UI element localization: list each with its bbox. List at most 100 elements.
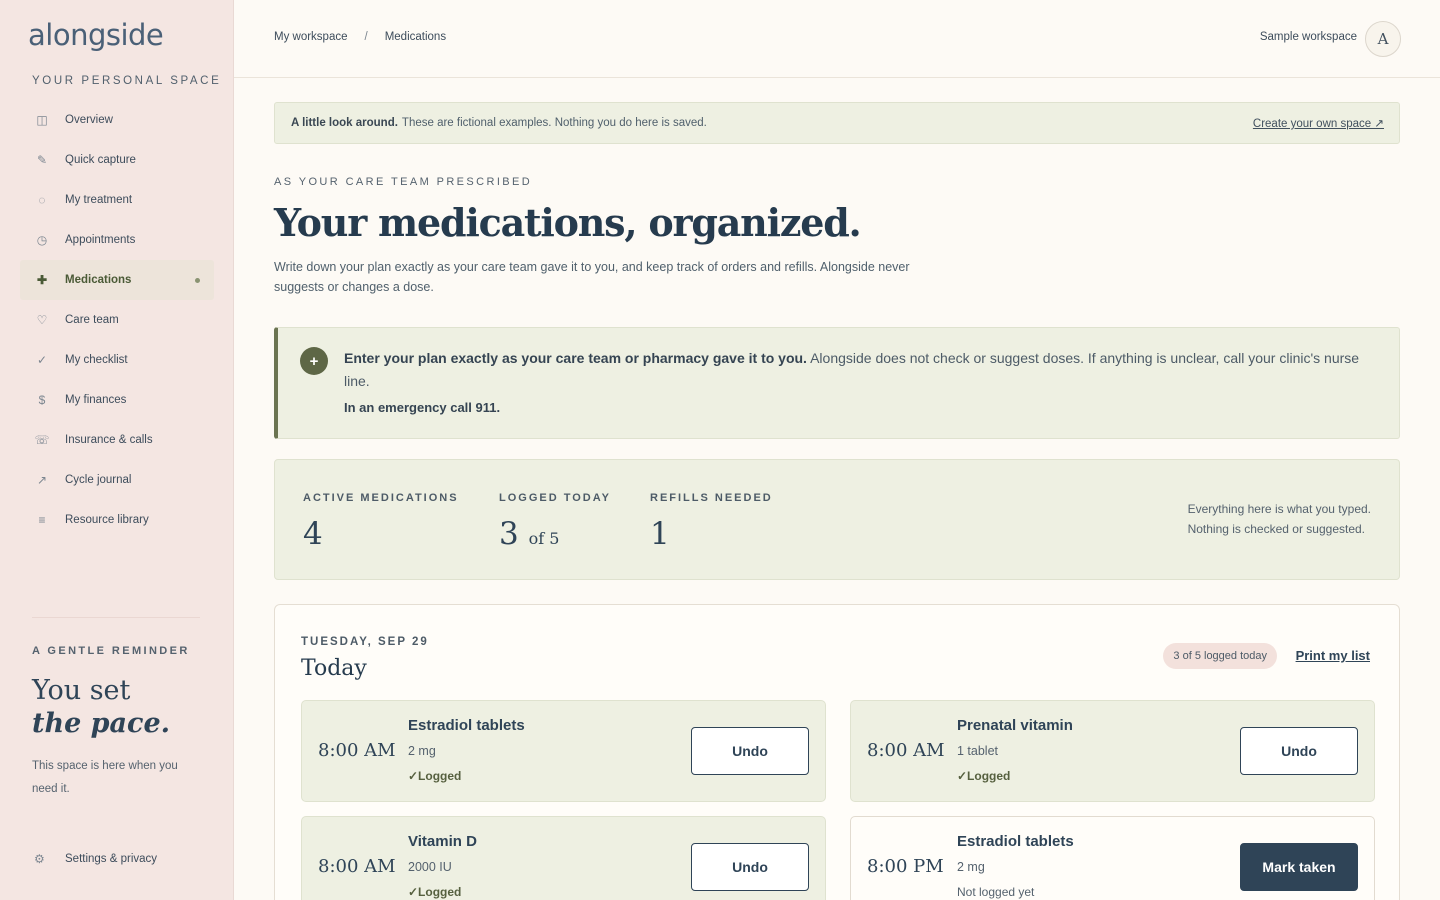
active-indicator (195, 278, 200, 283)
stat-active-medications: ACTIVE MEDICATIONS 4 (303, 492, 459, 552)
dose-time: 8:00 AM (867, 740, 945, 761)
dose-card: 8:00 AM Estradiol tablets 2 mg ✓Logged U… (301, 700, 826, 802)
sidebar-item-overview[interactable]: ◫ Overview (20, 100, 214, 140)
breadcrumb-separator: / (364, 31, 368, 43)
sidebar-item-care-team[interactable]: ♡ Care team (20, 300, 214, 340)
stat-logged-today: LOGGED TODAY 3 of 5 (499, 492, 611, 552)
emergency-note: In an emergency call 911. (344, 400, 501, 415)
banner-title: A little look around. (291, 117, 398, 129)
page-eyebrow: AS YOUR CARE TEAM PRESCRIBED (274, 176, 533, 188)
stats-note-line-2: Nothing is checked or suggested. (1187, 522, 1366, 536)
stat-label: REFILLS NEEDED (650, 492, 773, 504)
settings-link[interactable]: ⚙ Settings & privacy (34, 852, 157, 866)
dose-card: 8:00 AM Vitamin D 2000 IU ✓Logged Undo (301, 816, 826, 900)
sidebar-item-label: Quick capture (65, 154, 136, 166)
dose-amount: 2000 IU (408, 860, 452, 874)
sidebar-item-my-finances[interactable]: $ My finances (20, 380, 214, 420)
sidebar-item-medications[interactable]: ✚ Medications (20, 260, 214, 300)
dose-name: Vitamin D (408, 833, 477, 850)
dose-card: 8:00 PM Estradiol tablets 2 mg Not logge… (850, 816, 1375, 900)
create-space-link[interactable]: Create your own space ↗ (1253, 116, 1384, 130)
sidebar-tagline: YOUR PERSONAL SPACE (32, 75, 222, 87)
clock-icon: ◷ (36, 233, 48, 247)
reminder-title-line-2: the pace. (32, 708, 171, 739)
sidebar-item-label: Medications (65, 274, 132, 286)
stat-value: 4 (303, 516, 323, 552)
stat-label: ACTIVE MEDICATIONS (303, 492, 459, 504)
dose-time: 8:00 PM (867, 856, 944, 877)
stat-value: 1 (650, 516, 670, 552)
avatar[interactable]: A (1365, 21, 1401, 57)
list-icon: ≡ (38, 513, 46, 527)
circle-icon: ◌ (38, 193, 46, 207)
layout-icon: ◫ (36, 113, 48, 127)
sidebar-item-appointments[interactable]: ◷ Appointments (20, 220, 214, 260)
pencil-icon: ✎ (36, 153, 48, 167)
workspace-name[interactable]: Sample workspace (1260, 31, 1357, 43)
dose-amount: 2 mg (957, 860, 985, 874)
dollar-icon: $ (38, 393, 46, 407)
breadcrumb: My workspace / Medications (274, 31, 446, 43)
mark-taken-button[interactable]: Mark taken (1240, 843, 1358, 891)
stats-panel: ACTIVE MEDICATIONS 4 LOGGED TODAY 3 of 5… (274, 459, 1400, 580)
sidebar-item-resource-library[interactable]: ≡ Resource library (20, 500, 214, 540)
dose-status: Not logged yet (957, 885, 1035, 899)
stat-label: LOGGED TODAY (499, 492, 612, 504)
stats-note-line-1: Everything here is what you typed. (1187, 502, 1371, 516)
today-title: Today (301, 656, 367, 681)
sidebar-item-my-checklist[interactable]: ✓ My checklist (20, 340, 214, 380)
reminder-text: This space is here when you need it. (32, 760, 178, 795)
heart-icon: ♡ (36, 313, 48, 327)
dose-time: 8:00 AM (318, 740, 396, 761)
sidebar-item-label: My checklist (65, 354, 128, 366)
logged-count-badge: 3 of 5 logged today (1163, 643, 1277, 669)
logo[interactable]: alongside (28, 18, 164, 52)
sidebar-item-cycle-journal[interactable]: ↗ Cycle journal (20, 460, 214, 500)
medical-plus-icon: + (300, 347, 328, 375)
sidebar-item-quick-capture[interactable]: ✎ Quick capture (20, 140, 214, 180)
callout-message: Enter your plan exactly as your care tea… (344, 347, 1384, 393)
sidebar-item-label: Appointments (65, 234, 136, 246)
stat-value-total: of 5 (528, 529, 560, 548)
phone-icon: ☏ (34, 433, 50, 447)
sidebar-item-my-treatment[interactable]: ◌ My treatment (20, 180, 214, 220)
dose-status: ✓Logged (957, 769, 1011, 783)
dose-name: Estradiol tablets (957, 833, 1074, 850)
settings-label: Settings & privacy (65, 853, 158, 865)
undo-button[interactable]: Undo (691, 843, 809, 891)
undo-button[interactable]: Undo (1240, 727, 1358, 775)
dose-name: Estradiol tablets (408, 717, 525, 734)
stats-note: Everything here is what you typed. Nothi… (1188, 499, 1371, 539)
safety-callout: + Enter your plan exactly as your care t… (274, 327, 1400, 439)
trend-icon: ↗ (36, 473, 48, 487)
stat-refills-needed: REFILLS NEEDED 1 (650, 492, 773, 552)
print-list-link[interactable]: Print my list (1296, 648, 1370, 663)
breadcrumb-workspace[interactable]: My workspace (274, 31, 348, 43)
today-card: TUESDAY, SEP 29 Today 3 of 5 logged toda… (274, 604, 1400, 900)
sidebar: alongside YOUR PERSONAL SPACE ◫ Overview… (0, 0, 234, 900)
today-date: TUESDAY, SEP 29 (301, 636, 429, 648)
sidebar-item-label: Overview (65, 114, 113, 126)
check-icon: ✓ (36, 353, 48, 367)
sidebar-item-label: Cycle journal (65, 474, 132, 486)
gear-icon: ⚙ (34, 852, 45, 866)
dose-amount: 2 mg (408, 744, 436, 758)
sidebar-item-label: My finances (65, 394, 127, 406)
reminder-title: You set the pace. (32, 674, 170, 740)
plus-icon: ✚ (36, 273, 48, 287)
undo-button[interactable]: Undo (691, 727, 809, 775)
sidebar-nav: ◫ Overview ✎ Quick capture ◌ My treatmen… (20, 100, 214, 540)
stat-value-number: 3 (499, 516, 519, 552)
sidebar-item-label: Insurance & calls (65, 434, 153, 446)
dose-time: 8:00 AM (318, 856, 396, 877)
dose-card: 8:00 AM Prenatal vitamin 1 tablet ✓Logge… (850, 700, 1375, 802)
sidebar-item-label: My treatment (65, 194, 133, 206)
dose-amount: 1 tablet (957, 744, 999, 758)
breadcrumb-current: Medications (384, 31, 447, 43)
callout-bold: Enter your plan exactly as your care tea… (344, 350, 807, 366)
stat-value: 3 of 5 (499, 516, 611, 552)
banner-text: These are fictional examples. Nothing yo… (401, 117, 707, 129)
dose-status: ✓Logged (408, 769, 462, 783)
sidebar-item-insurance-calls[interactable]: ☏ Insurance & calls (20, 420, 214, 460)
sidebar-item-label: Resource library (65, 514, 149, 526)
